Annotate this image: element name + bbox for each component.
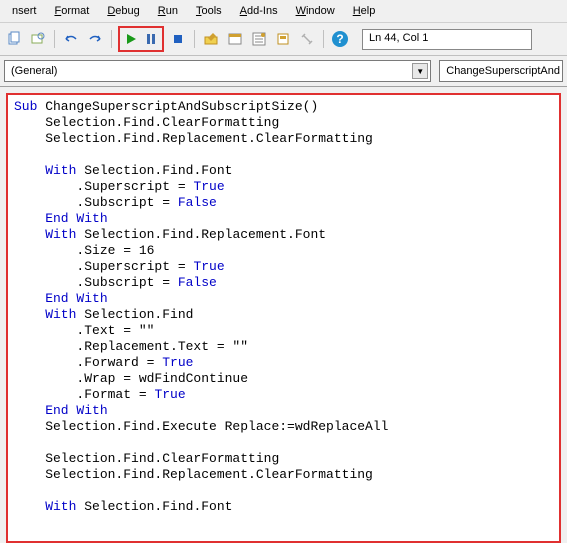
toolbox-icon[interactable] — [297, 29, 317, 49]
object-dropdown-value: (General) — [11, 65, 57, 77]
separator — [194, 30, 195, 48]
menu-format[interactable]: Format — [46, 2, 97, 20]
code-text: Selection.Find.Replacement.ClearFormatti… — [14, 131, 373, 146]
separator — [323, 30, 324, 48]
code-text: Selection.Find.Replacement.Font — [76, 227, 326, 242]
code-text: .Subscript = — [14, 195, 178, 210]
menu-run[interactable]: Run — [150, 2, 186, 20]
keyword-with: With — [14, 307, 76, 322]
keyword-false: False — [178, 195, 217, 210]
menubar: nsert Format Debug Run Tools Add-Ins Win… — [0, 0, 567, 23]
keyword-true: True — [162, 355, 193, 370]
code-text: Selection.Find — [76, 307, 193, 322]
keyword-with: With — [14, 163, 76, 178]
code-text: ChangeSuperscriptAndSubscriptSize() — [37, 99, 318, 114]
code-text: .Forward = — [14, 355, 162, 370]
keyword-false: False — [178, 275, 217, 290]
menu-window[interactable]: Window — [288, 2, 343, 20]
menu-insert[interactable]: nsert — [4, 2, 44, 20]
menu-help[interactable]: Help — [345, 2, 384, 20]
keyword-endwith: End With — [14, 403, 108, 418]
code-text: Selection.Find.ClearFormatting — [14, 115, 279, 130]
code-text: .Subscript = — [14, 275, 178, 290]
run-icon[interactable] — [121, 29, 141, 49]
keyword-true: True — [193, 259, 224, 274]
undo-icon[interactable] — [61, 29, 81, 49]
cursor-position: Ln 44, Col 1 — [362, 29, 532, 50]
code-editor-highlight: Sub ChangeSuperscriptAndSubscriptSize() … — [6, 93, 561, 543]
redo-icon[interactable] — [85, 29, 105, 49]
code-editor[interactable]: Sub ChangeSuperscriptAndSubscriptSize() … — [8, 95, 559, 519]
dropdown-bar: (General) ▼ ChangeSuperscriptAnd — [0, 56, 567, 87]
reset-icon[interactable] — [168, 29, 188, 49]
code-text: .Superscript = — [14, 259, 193, 274]
code-text: Selection.Find.Font — [76, 163, 232, 178]
keyword-true: True — [193, 179, 224, 194]
object-dropdown[interactable]: (General) ▼ — [4, 60, 431, 82]
code-text: Selection.Find.Replacement.ClearFormatti… — [14, 467, 373, 482]
run-group-highlight — [118, 26, 164, 52]
help-icon[interactable]: ? — [330, 29, 350, 49]
break-icon[interactable] — [141, 29, 161, 49]
find-icon[interactable] — [28, 29, 48, 49]
object-browser-icon[interactable] — [273, 29, 293, 49]
code-text: .Text = "" — [14, 323, 154, 338]
separator — [54, 30, 55, 48]
keyword-with: With — [14, 227, 76, 242]
keyword-sub: Sub — [14, 99, 37, 114]
menu-tools[interactable]: Tools — [188, 2, 230, 20]
menu-debug[interactable]: Debug — [99, 2, 147, 20]
keyword-endwith: End With — [14, 291, 108, 306]
code-text: .Superscript = — [14, 179, 193, 194]
toolbar: ? Ln 44, Col 1 — [0, 23, 567, 56]
design-mode-icon[interactable] — [201, 29, 221, 49]
procedure-dropdown[interactable]: ChangeSuperscriptAnd — [439, 60, 563, 82]
separator — [111, 30, 112, 48]
menu-addins[interactable]: Add-Ins — [232, 2, 286, 20]
keyword-with: With — [14, 499, 76, 514]
svg-text:?: ? — [336, 32, 343, 46]
procedure-dropdown-value: ChangeSuperscriptAnd — [446, 65, 560, 77]
code-text: .Size = 16 — [14, 243, 154, 258]
code-text: .Replacement.Text = "" — [14, 339, 248, 354]
project-explorer-icon[interactable] — [225, 29, 245, 49]
keyword-true: True — [154, 387, 185, 402]
properties-icon[interactable] — [249, 29, 269, 49]
code-text: .Wrap = wdFindContinue — [14, 371, 248, 386]
code-text: Selection.Find.ClearFormatting — [14, 451, 279, 466]
code-text: .Format = — [14, 387, 154, 402]
keyword-endwith: End With — [14, 211, 108, 226]
code-text: Selection.Find.Font — [76, 499, 232, 514]
chevron-down-icon[interactable]: ▼ — [412, 63, 428, 79]
code-text: Selection.Find.Execute Replace:=wdReplac… — [14, 419, 388, 434]
copy-icon[interactable] — [4, 29, 24, 49]
